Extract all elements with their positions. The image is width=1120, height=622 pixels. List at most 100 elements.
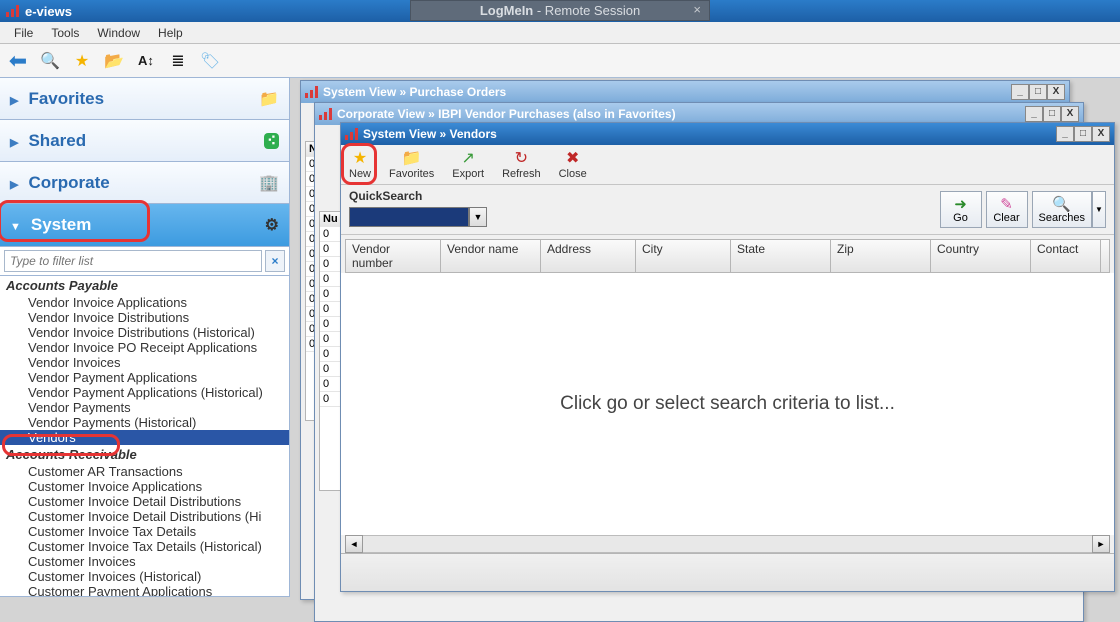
tree-item[interactable]: Vendor Invoices: [0, 355, 289, 370]
favorites-button[interactable]: 📁Favorites: [387, 147, 436, 182]
min-icon[interactable]: _: [1025, 106, 1043, 122]
window-title-vendors[interactable]: System View » Vendors _ □ X: [341, 123, 1114, 145]
tree-item[interactable]: Vendor Payment Applications (Historical): [0, 385, 289, 400]
grid-header: Vendor numberVendor nameAddressCityState…: [345, 239, 1110, 273]
max-icon[interactable]: □: [1029, 84, 1047, 100]
close-icon[interactable]: X: [1061, 106, 1079, 122]
close-icon[interactable]: X: [1047, 84, 1065, 100]
quicksearch-bar: QuickSearch ▼ ➜Go ✎Clear 🔍Searches ▼: [341, 185, 1114, 235]
tree-item[interactable]: Vendors: [0, 430, 289, 445]
export-icon: ↗: [461, 149, 474, 167]
refresh-icon: ↻: [515, 149, 528, 167]
star-icon: ★: [353, 149, 367, 167]
go-button[interactable]: ➜Go: [940, 191, 982, 228]
open-icon[interactable]: 📂: [102, 49, 126, 73]
column-header[interactable]: Contact: [1031, 240, 1101, 272]
menu-tools[interactable]: Tools: [51, 26, 79, 40]
searches-dropdown[interactable]: ▼: [1092, 191, 1106, 228]
quicksearch-select[interactable]: ▼: [349, 207, 930, 227]
column-header[interactable]: Address: [541, 240, 636, 272]
chart-icon: [319, 108, 332, 120]
section-corporate[interactable]: ▶Corporate 🏢: [0, 162, 289, 204]
app-title: e-views: [25, 4, 72, 19]
gear-icon: ⚙: [265, 215, 279, 235]
quicksearch-field[interactable]: [349, 207, 469, 227]
refresh-button[interactable]: ↻Refresh: [500, 147, 543, 182]
section-system[interactable]: ▼System ⚙: [0, 204, 289, 246]
tree-group-ap: Accounts Payable: [0, 276, 289, 295]
tree-item[interactable]: Customer Invoice Tax Details (Historical…: [0, 539, 289, 554]
tree-item[interactable]: Vendor Payment Applications: [0, 370, 289, 385]
export-button[interactable]: ↗Export: [450, 147, 486, 182]
max-icon[interactable]: □: [1074, 126, 1092, 142]
horizontal-scrollbar[interactable]: ◄ ►: [345, 535, 1110, 553]
column-header[interactable]: Zip: [831, 240, 931, 272]
tree-item[interactable]: Vendor Payments: [0, 400, 289, 415]
eraser-icon: ✎: [1000, 195, 1013, 211]
window-title-po[interactable]: System View » Purchase Orders _ □ X: [301, 81, 1069, 103]
tree-item[interactable]: Vendor Invoice Distributions (Historical…: [0, 325, 289, 340]
tree-item[interactable]: Customer Invoice Applications: [0, 479, 289, 494]
column-header[interactable]: Country: [931, 240, 1031, 272]
tree-item[interactable]: Customer AR Transactions: [0, 464, 289, 479]
clear-filter-icon[interactable]: ×: [265, 250, 285, 272]
building-icon: 🏢: [259, 173, 279, 193]
tree-item[interactable]: Customer Payment Applications: [0, 584, 289, 596]
section-shared[interactable]: ▶Shared ⠪: [0, 120, 289, 162]
search-icon[interactable]: 🔍: [38, 49, 62, 73]
search-icon: 🔍: [1052, 195, 1071, 211]
column-header[interactable]: City: [636, 240, 731, 272]
menu-help[interactable]: Help: [158, 26, 183, 40]
tree-item[interactable]: Customer Invoice Detail Distributions: [0, 494, 289, 509]
min-icon[interactable]: _: [1056, 126, 1074, 142]
max-icon[interactable]: □: [1043, 106, 1061, 122]
column-header[interactable]: Vendor number: [346, 240, 441, 272]
folder-icon: 📁: [402, 149, 422, 167]
mdi-area: System View » Purchase Orders _ □ X Nu 0…: [290, 78, 1120, 596]
min-icon[interactable]: _: [1011, 84, 1029, 100]
tree-item[interactable]: Vendor Payments (Historical): [0, 415, 289, 430]
section-favorites[interactable]: ▶Favorites 📁: [0, 78, 289, 120]
tree-item[interactable]: Customer Invoice Detail Distributions (H…: [0, 509, 289, 524]
go-arrow-icon: ➜: [954, 195, 967, 211]
close-icon[interactable]: ×: [693, 2, 701, 17]
sidebar: ▶Favorites 📁 ▶Shared ⠪ ▶Corporate 🏢 ▼Sys…: [0, 78, 290, 596]
chevron-down-icon[interactable]: ▼: [469, 207, 487, 227]
remote-session-bar: LogMeIn - Remote Session ×: [410, 0, 710, 21]
tag-icon[interactable]: 🏷: [198, 49, 222, 73]
tree-item[interactable]: Vendor Invoice PO Receipt Applications: [0, 340, 289, 355]
star-icon[interactable]: ★: [70, 49, 94, 73]
tree-item[interactable]: Customer Invoice Tax Details: [0, 524, 289, 539]
favorites-folder-icon: 📁: [259, 89, 279, 109]
chart-icon: [305, 86, 318, 98]
sort-az-icon[interactable]: A↕: [134, 49, 158, 73]
filter-row: ×: [0, 245, 290, 277]
menu-file[interactable]: File: [14, 26, 33, 40]
remote-label: - Remote Session: [533, 3, 640, 18]
filter-input[interactable]: [4, 250, 262, 272]
window-vendors: System View » Vendors _ □ X ★New 📁Favori…: [340, 122, 1115, 592]
tree-group-ar: Accounts Receivable: [0, 445, 289, 464]
vendors-toolbar: ★New 📁Favorites ↗Export ↻Refresh ✖Close: [341, 145, 1114, 185]
remote-product: LogMeIn: [480, 3, 533, 18]
scroll-left-icon[interactable]: ◄: [345, 535, 363, 553]
searches-button[interactable]: 🔍Searches: [1032, 191, 1092, 228]
back-icon[interactable]: ⬅: [6, 49, 30, 73]
list-icon[interactable]: ≣: [166, 49, 190, 73]
tree-item[interactable]: Customer Invoices: [0, 554, 289, 569]
column-header[interactable]: State: [731, 240, 831, 272]
new-button[interactable]: ★New: [347, 147, 373, 182]
close-button[interactable]: ✖Close: [557, 147, 589, 182]
clear-button[interactable]: ✎Clear: [986, 191, 1028, 228]
col-header: Nu: [320, 212, 342, 227]
scroll-right-icon[interactable]: ►: [1092, 535, 1110, 553]
tree-item[interactable]: Customer Invoices (Historical): [0, 569, 289, 584]
quicksearch-label: QuickSearch: [349, 189, 930, 203]
column-header[interactable]: Vendor name: [441, 240, 541, 272]
tree-item[interactable]: Vendor Invoice Distributions: [0, 310, 289, 325]
menu-bar: File Tools Window Help: [0, 22, 1120, 44]
menu-window[interactable]: Window: [97, 26, 140, 40]
app-icon: [4, 3, 20, 19]
tree-item[interactable]: Vendor Invoice Applications: [0, 295, 289, 310]
close-icon[interactable]: X: [1092, 126, 1110, 142]
